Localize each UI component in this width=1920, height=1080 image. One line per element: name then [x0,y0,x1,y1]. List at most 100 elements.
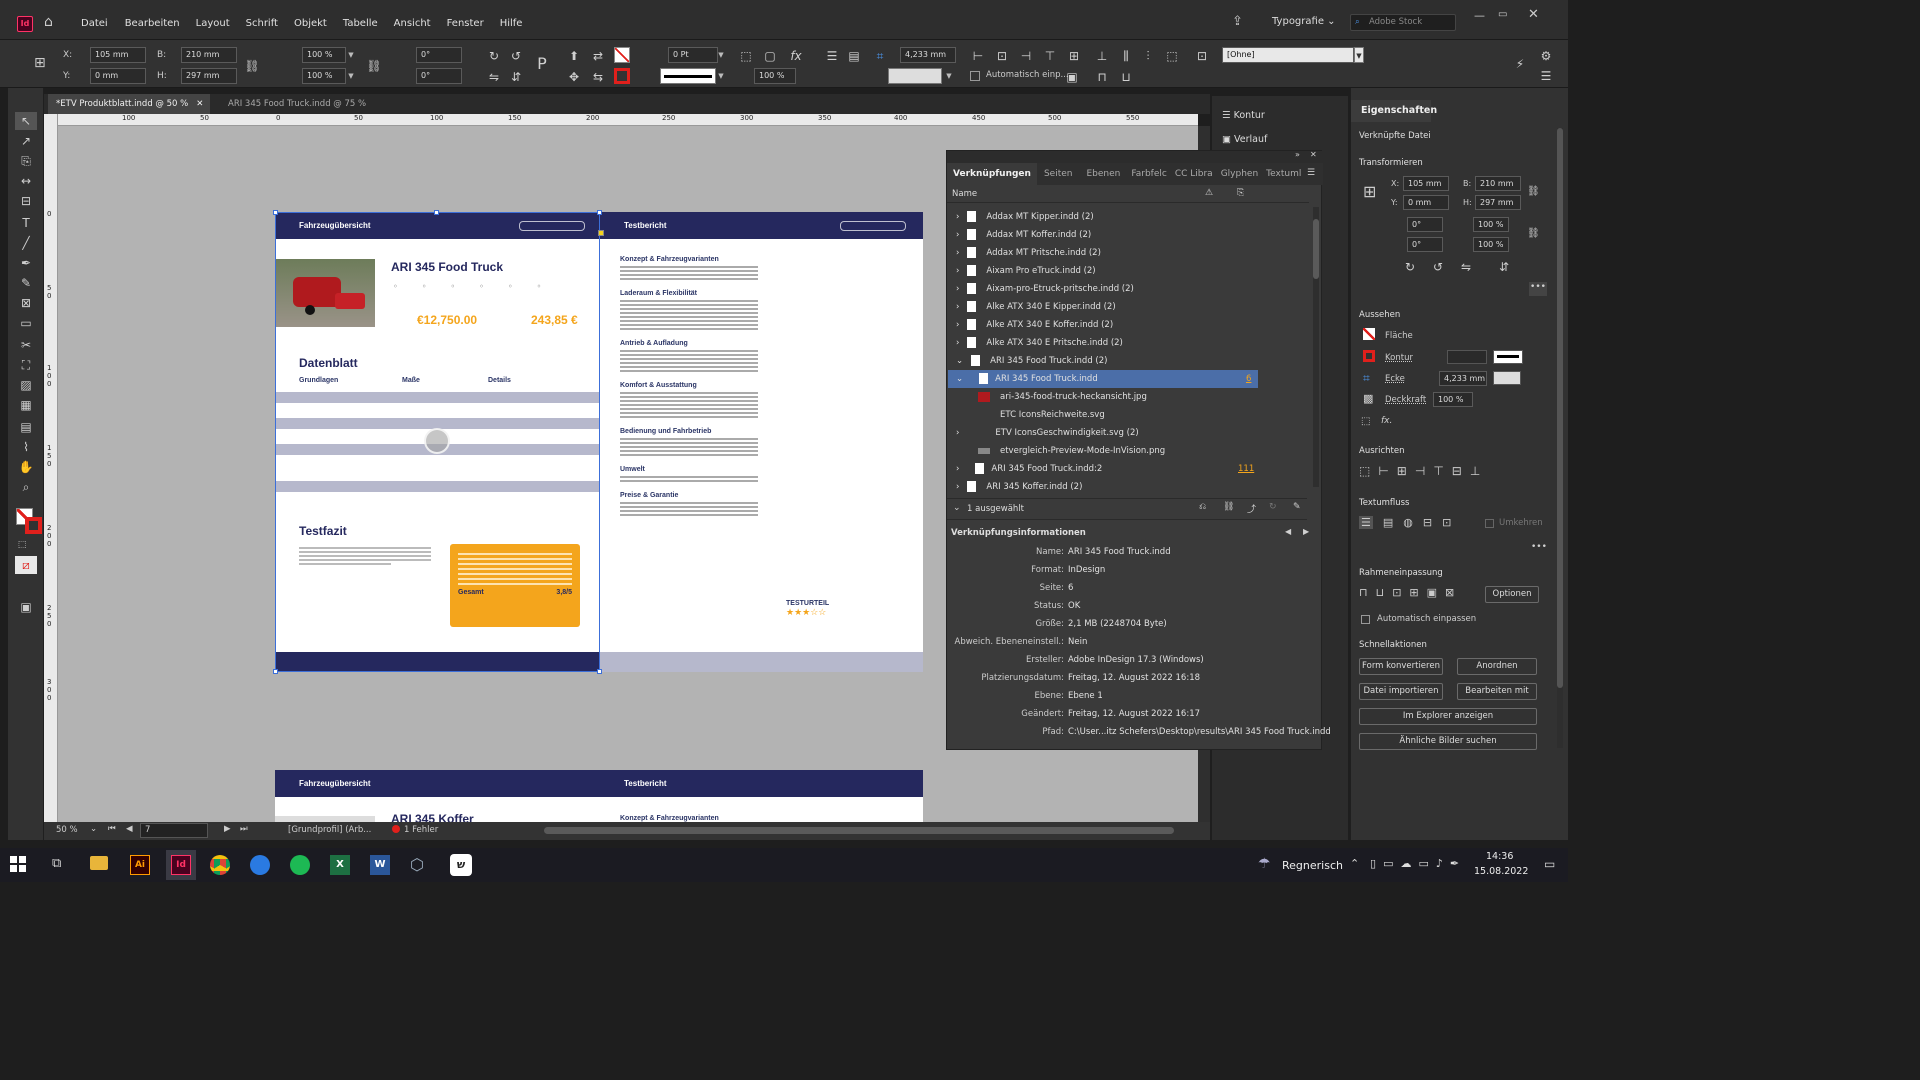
zoom-tool-icon[interactable]: ⌕ [15,478,37,496]
chevron-right-icon[interactable]: › [956,284,959,294]
window-minimize-icon[interactable]: — [1474,9,1485,22]
selection-handle-tl[interactable] [273,210,278,215]
corner-shape-select[interactable] [1493,371,1521,385]
chevron-down-icon[interactable]: ⌄ [956,356,963,366]
tab-cc-libraries[interactable]: CC Libra [1171,163,1217,185]
object-style-select[interactable]: [Ohne] [1222,47,1354,63]
page-right-2[interactable]: Testbericht Konzept & Fahrzeugvarianten [600,770,923,822]
link-row[interactable]: › Addax MT Pritsche.indd (2) [948,244,1258,262]
file-explorer-icon[interactable] [90,856,108,870]
prev-page-icon[interactable]: ◀ [126,824,133,834]
word-icon[interactable]: W [370,855,390,875]
notifications-icon[interactable]: ▭ [1544,857,1555,871]
x-field[interactable]: 105 mm [90,47,146,63]
fill-swatch[interactable] [614,47,630,63]
chevron-down-icon[interactable]: ⌄ [953,503,961,513]
options-button[interactable]: Optionen [1485,586,1539,603]
page-number-field[interactable]: 7 [140,823,208,838]
menu-fenster[interactable]: Fenster [439,18,492,29]
chevron-right-icon[interactable]: › [956,320,959,330]
rotate-ccw-icon[interactable]: ↺ [506,46,526,66]
links-scrollbar[interactable] [1313,207,1319,487]
props-h-field[interactable]: 297 mm [1475,195,1521,210]
properties-tab[interactable]: Eigenschaften [1351,100,1437,122]
content-aware-fit-icon[interactable]: ⊠ [1445,586,1454,599]
preflight-profile[interactable]: [Grundprofil] (Arb... [288,825,371,835]
path-icon[interactable]: P [532,54,552,74]
import-file-button[interactable]: Datei importieren [1359,683,1443,700]
link-row[interactable]: › Aixam-pro-Etruck-pritsche.indd (2) [948,280,1258,298]
rectangle-frame-tool-icon[interactable]: ⊠ [15,294,37,312]
corner-size-field[interactable]: 4,233 mm [900,47,956,63]
align-left-icon[interactable]: ⊢ [968,46,988,66]
flip-v-icon[interactable]: ⇵ [506,67,526,87]
align-center-icon[interactable]: ⊡ [992,46,1012,66]
error-count[interactable]: 1 Fehler [404,825,438,835]
relink-icon[interactable]: ⛓ [1223,502,1234,512]
kontur-panel-button[interactable]: ☰ Kontur [1222,110,1265,121]
chevron-right-icon[interactable]: › [956,212,959,222]
props-scale-y-field[interactable]: 100 % [1473,237,1509,252]
edit-original-icon[interactable]: ✎ [1293,502,1301,512]
next-icon[interactable]: ▶ [1303,527,1309,536]
link-row[interactable]: ⌄ ARI 345 Food Truck.indd (2) [948,352,1258,370]
rotate-cw-icon[interactable]: ↻ [1405,260,1415,274]
link-row[interactable]: ETC IconsReichweite.svg [948,406,1258,424]
center-content-icon[interactable]: ▣ [1427,586,1437,599]
direct-selection-tool-icon[interactable]: ↗ [15,132,37,150]
chevron-right-icon[interactable]: › [956,482,959,492]
task-view-icon[interactable]: ⧉ [52,856,61,871]
network-icon[interactable]: ▭ [1418,857,1428,870]
links-panel-titlebar[interactable]: » ✕ [947,150,1323,163]
link-row-selected[interactable]: ⌄ ARI 345 Food Truck.indd 6 [948,370,1258,388]
width-field[interactable]: 210 mm [181,47,237,63]
properties-scrollbar[interactable] [1557,128,1563,748]
chevron-right-icon[interactable]: › [956,338,959,348]
close-icon[interactable]: ✕ [1310,150,1317,159]
props-y-field[interactable]: 0 mm [1403,195,1449,210]
fit-proportional-icon[interactable]: ⊞ [1409,586,1418,599]
collapse-icon[interactable]: » [1295,150,1300,159]
chevron-right-icon[interactable]: › [956,248,959,258]
convert-shape-button[interactable]: Form konvertieren [1359,658,1443,675]
scale-x-dropdown[interactable]: ▼ [346,47,356,63]
first-page-icon[interactable]: ⏮ [108,824,116,834]
frame-fill-icon[interactable]: ▢ [760,46,780,66]
align-top-icon[interactable]: ⊤ [1433,464,1443,478]
clock-date[interactable]: 15.08.2022 [1474,866,1528,877]
link-row[interactable]: › Alke ATX 340 E Kipper.indd (2) [948,298,1258,316]
selection-tool-icon[interactable]: ↖ [15,112,37,130]
menu-tabelle[interactable]: Tabelle [335,18,386,29]
flip-h-icon[interactable]: ⇋ [1461,260,1471,274]
volume-icon[interactable]: ♪ [1436,857,1443,870]
object-style-dropdown[interactable]: ▼ [1354,47,1364,63]
last-page-icon[interactable]: ⏭ [240,824,248,834]
apply-none-icon[interactable]: ⧄ [15,556,37,574]
chevron-down-icon[interactable]: ⌄ [90,824,97,834]
home-icon[interactable]: ⌂ [44,14,62,32]
frame-fit-3-icon[interactable]: ⊔ [1116,67,1136,87]
y-field[interactable]: 0 mm [90,68,146,84]
opacity-field[interactable]: 100 % [754,68,796,84]
page-column-icon[interactable]: ⎘ [1237,188,1244,198]
frame-fit-2-icon[interactable]: ⊓ [1092,67,1112,87]
select-container-icon[interactable]: ⬆ [564,46,584,66]
corner-shape-dropdown[interactable]: ▼ [944,68,954,84]
menu-bearbeiten[interactable]: Bearbeiten [117,18,188,29]
scale-link-icon[interactable]: ⛓ [364,56,384,76]
tab-farbfelder[interactable]: Farbfelc [1127,163,1170,185]
tray-chevron-up-icon[interactable]: ⌃ [1350,857,1359,870]
align-bottom-icon[interactable]: ⊥ [1092,46,1112,66]
constrain-icon[interactable]: ⛓ [1527,186,1540,197]
opacity-field[interactable]: 100 % [1433,392,1473,407]
app-icon[interactable]: ש [450,854,472,876]
effects-icon[interactable]: fx [786,46,806,66]
wrap-bbox-icon[interactable]: ▤ [1383,516,1393,529]
frame-fit-4-icon[interactable]: ▣ [1062,67,1082,87]
share-icon[interactable]: ⇪ [1232,14,1243,29]
pen-tool-icon[interactable]: ✒ [15,254,37,272]
type-tool-icon[interactable]: T [15,214,37,232]
stroke-style-select[interactable] [1493,350,1523,364]
auto-fit-checkbox[interactable] [970,71,980,81]
stock-search[interactable]: ⌕ Adobe Stock [1350,14,1456,31]
